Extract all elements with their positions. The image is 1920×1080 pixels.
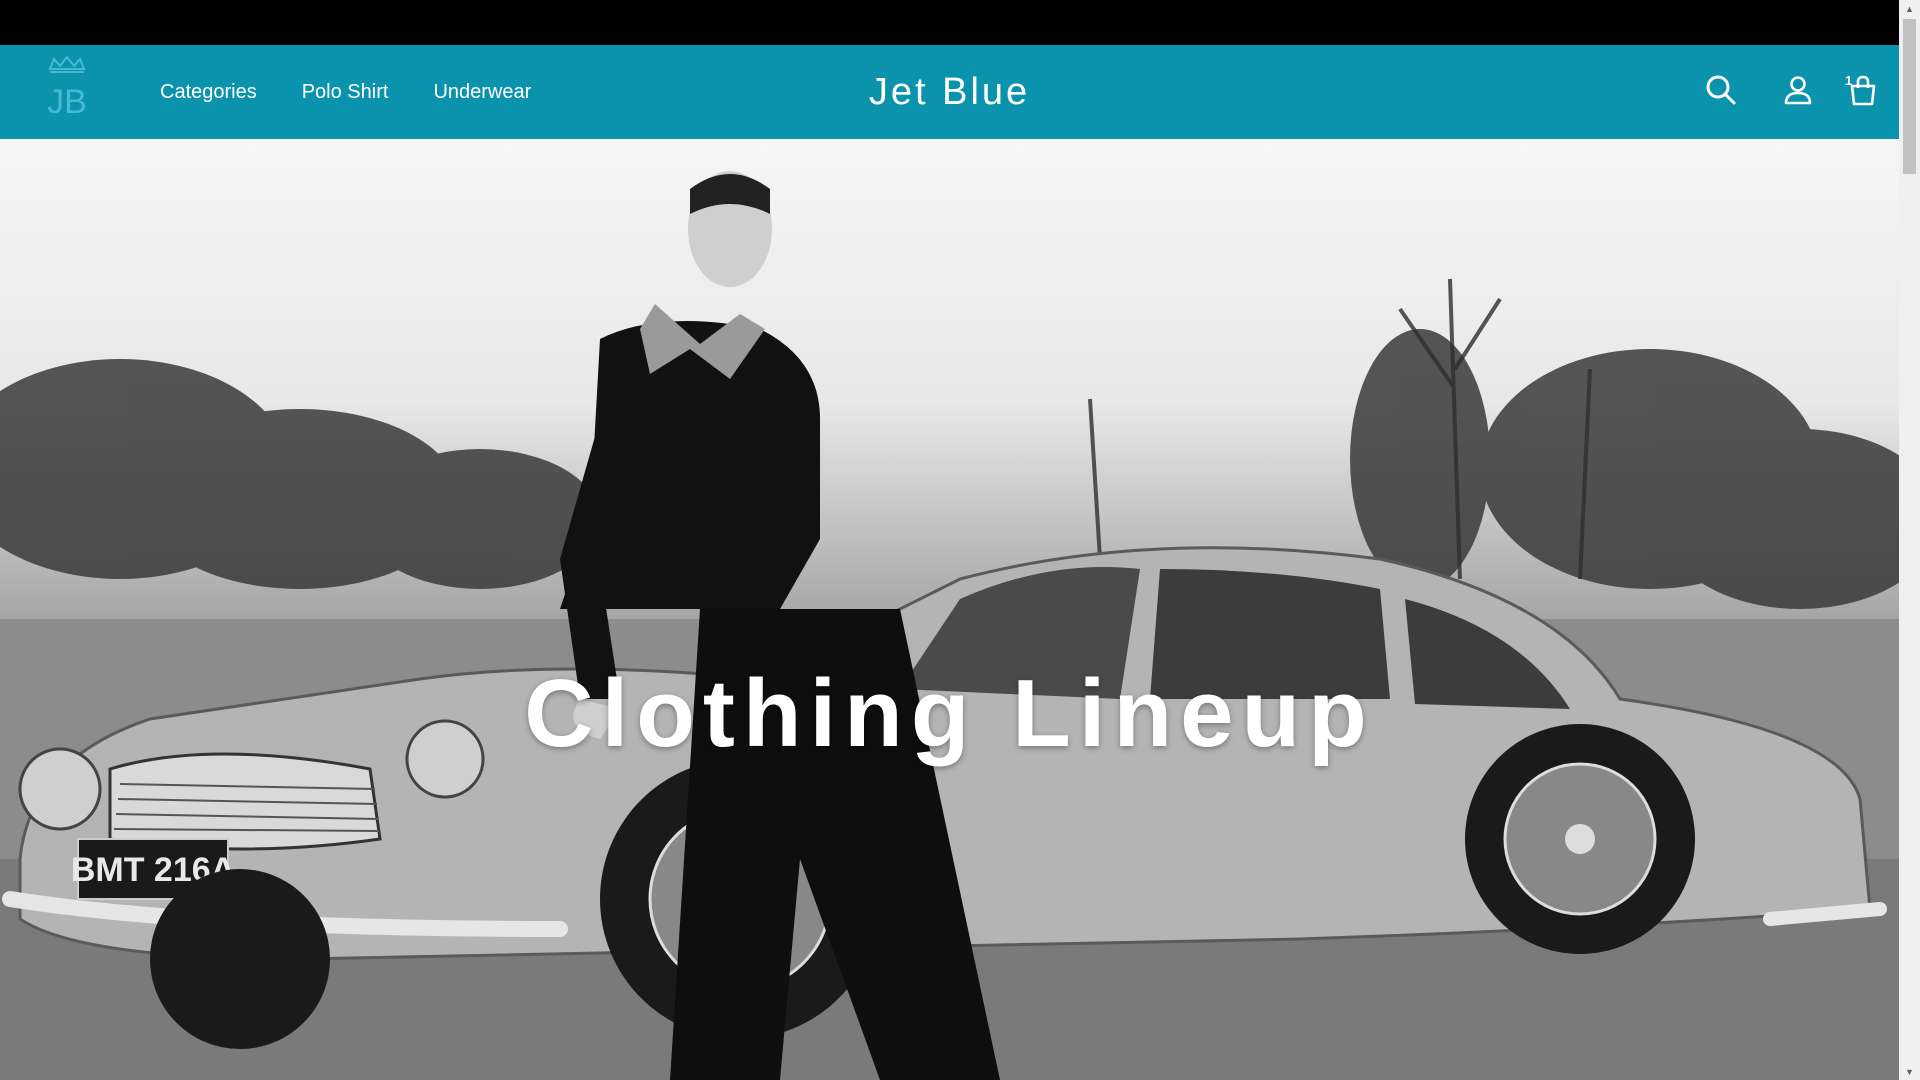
cart-icon[interactable]: 1 [1839, 70, 1879, 110]
hero-title: Clothing Lineup [524, 660, 1375, 767]
logo[interactable]: JB [46, 55, 88, 121]
cart-count: 1 [1845, 73, 1853, 88]
nav-categories[interactable]: Categories [160, 81, 257, 104]
nav-underwear[interactable]: Underwear [433, 81, 531, 104]
scroll-down-icon[interactable]: ▼ [1899, 1063, 1920, 1080]
top-bar [0, 0, 1899, 45]
scrollbar[interactable]: ▲ ▼ [1899, 0, 1920, 1080]
nav-polo-shirt[interactable]: Polo Shirt [302, 81, 389, 104]
hero-image: BMT 216A [0, 171, 1899, 1080]
svg-text:JB: JB [47, 83, 87, 119]
hero-banner[interactable]: BMT 216A Clothing Lineup [0, 139, 1899, 1080]
scroll-up-icon[interactable]: ▲ [1899, 0, 1920, 17]
brand-title[interactable]: Jet Blue [869, 71, 1030, 114]
account-icon[interactable] [1778, 70, 1818, 110]
main-nav: Categories Polo Shirt Underwear [160, 45, 531, 139]
site-header: JB Categories Polo Shirt Underwear Jet B… [0, 45, 1899, 139]
scroll-thumb[interactable] [1903, 19, 1916, 174]
search-icon[interactable] [1701, 70, 1741, 110]
